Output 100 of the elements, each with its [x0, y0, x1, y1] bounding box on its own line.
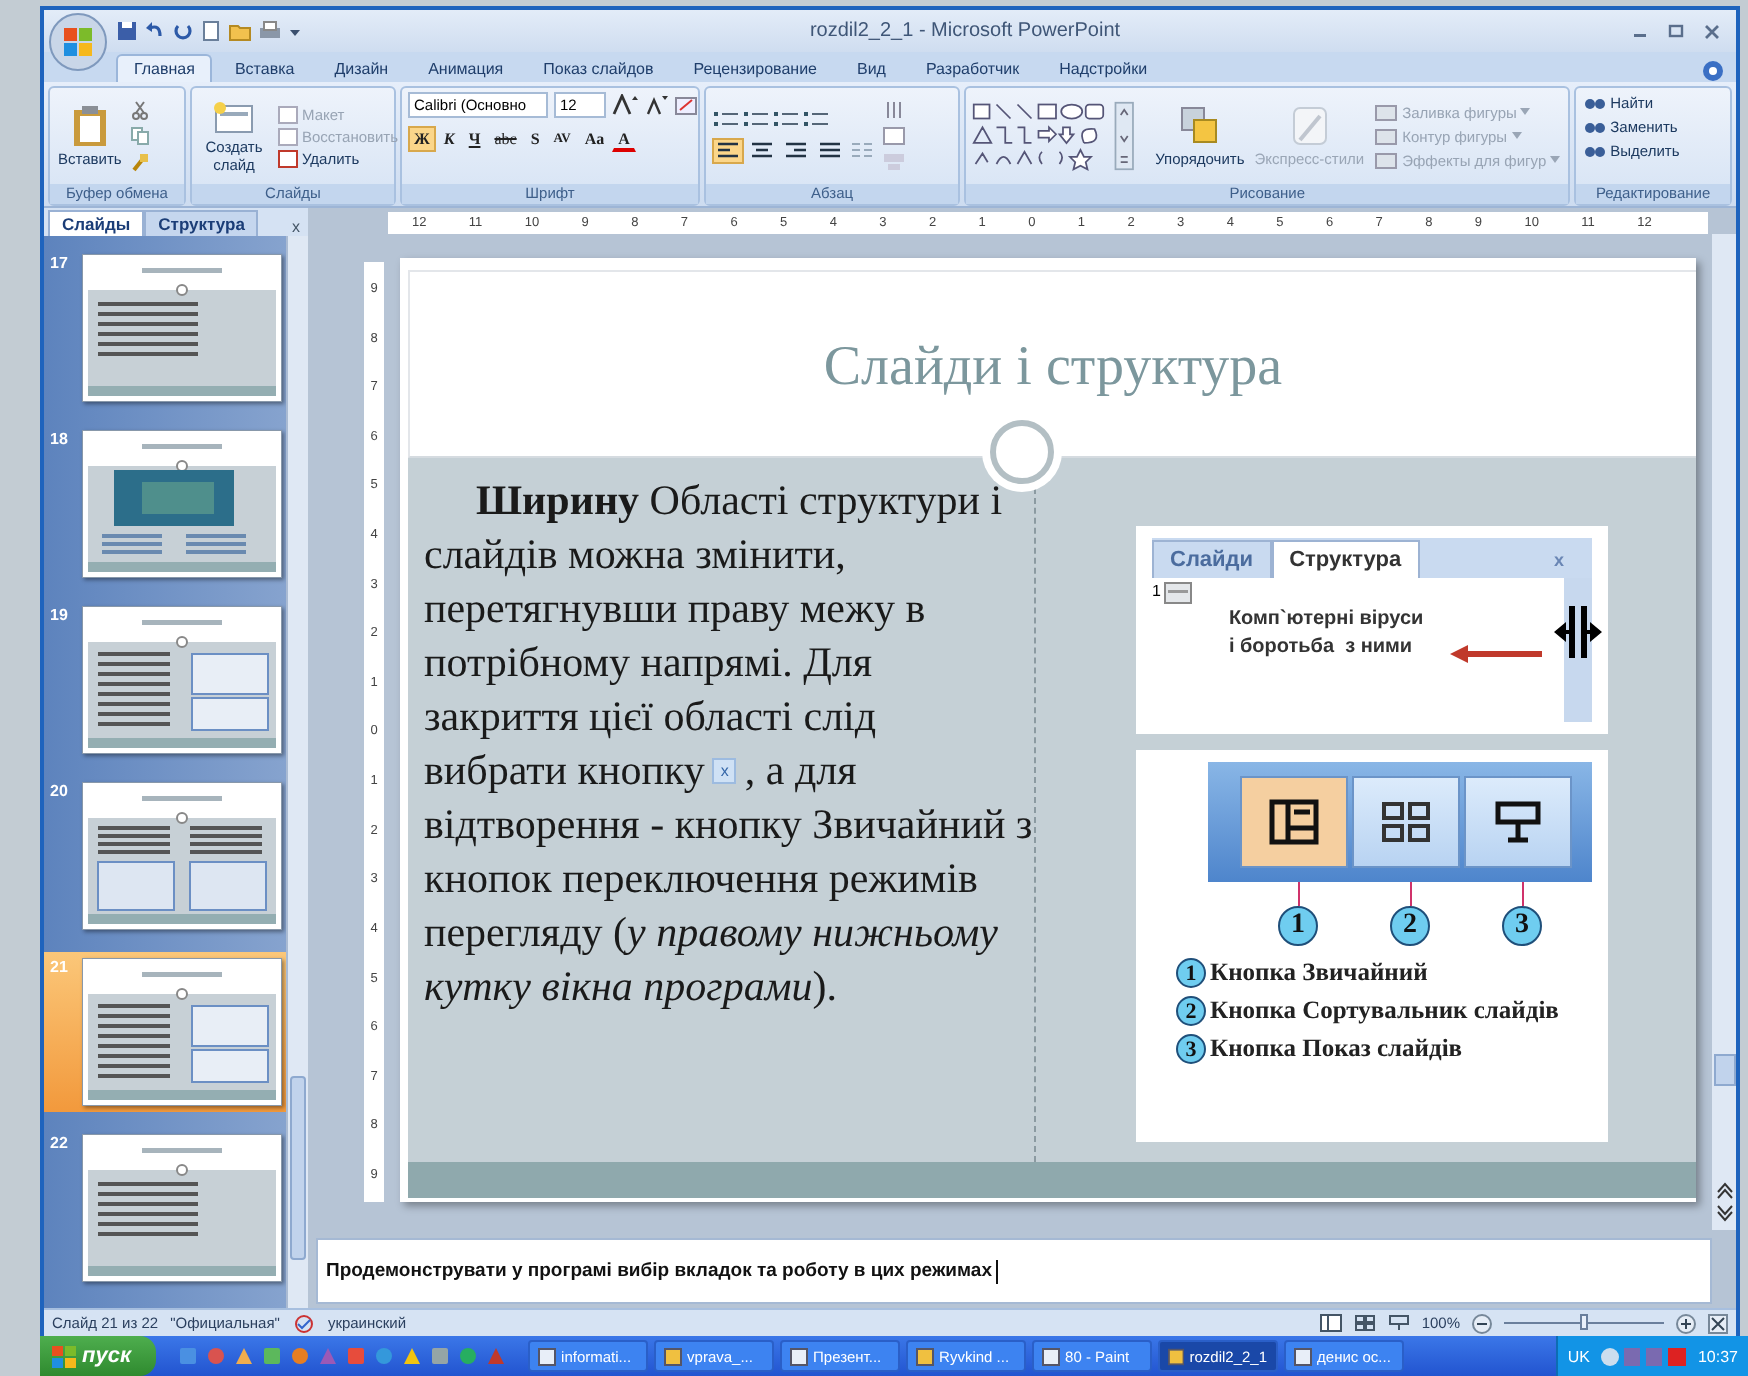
- spellcheck-icon[interactable]: [291, 1313, 316, 1333]
- ribbon-tab[interactable]: Показ слайдов: [525, 54, 672, 82]
- ribbon-tab[interactable]: Главная: [116, 54, 213, 82]
- slide-thumbnail[interactable]: [82, 958, 282, 1106]
- caret-icon: [1511, 132, 1522, 140]
- align-icon: [786, 142, 806, 160]
- thumbnail-row[interactable]: 18: [44, 424, 286, 584]
- text-direction-icon[interactable]: [882, 100, 906, 120]
- slide-title: Слайди і структура: [823, 336, 1283, 400]
- ribbon-tab[interactable]: Анимация: [410, 54, 522, 82]
- align-icon: [820, 142, 840, 160]
- format-button[interactable]: К: [437, 126, 461, 152]
- slide-thumbnail[interactable]: [82, 254, 282, 402]
- fit-window-icon[interactable]: [1708, 1313, 1728, 1333]
- pane-tab[interactable]: Слайды: [48, 210, 145, 236]
- resize-cursor-icon: [1552, 602, 1604, 662]
- previous-slide-icon[interactable]: [1715, 1182, 1733, 1200]
- zoom-in-icon[interactable]: [1676, 1313, 1696, 1333]
- slide-thumbnail[interactable]: [82, 782, 282, 930]
- slide-number: 20: [50, 782, 70, 800]
- ribbon-tab[interactable]: Вставка: [216, 54, 313, 82]
- thumbnail-row[interactable]: 17: [44, 248, 286, 408]
- slide-icon: [212, 99, 256, 135]
- scroll-thumb[interactable]: [1713, 1054, 1735, 1086]
- normal-view-icon[interactable]: [1319, 1314, 1342, 1332]
- projector-icon: [1492, 798, 1544, 846]
- ribbon-tab[interactable]: Вид: [839, 54, 904, 82]
- slide-paragraph: відтворення - кнопку Звичайний з кнопок переключення режимів перегляду (у правому нижньому кутку вікна програми).: [424, 798, 1034, 1014]
- brush-icon[interactable]: [129, 152, 150, 172]
- slide-number: 1: [1152, 582, 1161, 600]
- app-icon[interactable]: [401, 1346, 422, 1366]
- close-icon[interactable]: [1700, 21, 1725, 41]
- slide-thumbnail[interactable]: [82, 1134, 282, 1282]
- align-icon: [752, 142, 772, 160]
- restore-icon[interactable]: [1664, 21, 1689, 41]
- ribbon-tab[interactable]: Рецензирование: [675, 54, 835, 82]
- scrollbar[interactable]: [1712, 234, 1736, 1230]
- pane-tab[interactable]: Структура: [144, 210, 259, 236]
- undo-icon[interactable]: [144, 20, 166, 42]
- notes-field[interactable]: Продемонструвати у програмі вибір вкладок та роботу в цих режимах: [316, 1238, 1712, 1304]
- list-icon[interactable]: [742, 108, 770, 130]
- folder-icon[interactable]: [228, 20, 252, 42]
- format-button[interactable]: A: [612, 126, 636, 152]
- list-icon[interactable]: [802, 108, 830, 130]
- close-pane-button[interactable]: x: [284, 218, 308, 236]
- slide-icon: [1164, 582, 1193, 604]
- app-icon[interactable]: [429, 1346, 450, 1366]
- zoom-out-icon[interactable]: [1472, 1313, 1492, 1333]
- arrow-icon: [1448, 644, 1544, 664]
- format-button[interactable]: S: [524, 126, 546, 152]
- callout-number: 1: [1278, 906, 1318, 946]
- caret-icon: [1520, 108, 1531, 116]
- arrange-icon: [1177, 104, 1222, 148]
- ribbon-tab[interactable]: Дизайн: [316, 54, 407, 82]
- window-icon: [537, 1347, 556, 1365]
- shrink-font-icon[interactable]: [644, 94, 668, 116]
- ribbon-tab[interactable]: Надстройки: [1041, 54, 1166, 82]
- scissors-icon[interactable]: [129, 100, 150, 120]
- help-icon[interactable]: [1702, 60, 1724, 82]
- align-button[interactable]: [712, 138, 744, 164]
- new-document-icon[interactable]: [200, 20, 222, 42]
- projector-icon[interactable]: [1387, 1314, 1410, 1332]
- slide-number: 21: [50, 958, 70, 976]
- window-title: rozdil2_2_1 - Microsoft PowerPoint: [809, 20, 1121, 42]
- legend-text: Кнопка Показ слайдів: [1210, 1034, 1465, 1062]
- scrollbar[interactable]: [286, 236, 308, 1308]
- grid-icon: [1380, 798, 1432, 846]
- leader-line: [1521, 882, 1523, 906]
- slide-thumbnail[interactable]: [82, 606, 282, 754]
- clear-format-icon[interactable]: [674, 94, 698, 116]
- thumbnail-row[interactable]: 19: [44, 600, 286, 760]
- thumbnail-row[interactable]: 20: [44, 776, 286, 936]
- close-mark: x: [1553, 550, 1564, 574]
- list-icon[interactable]: [772, 108, 800, 130]
- app-icon[interactable]: [233, 1346, 254, 1366]
- copy-icon[interactable]: [129, 126, 150, 146]
- tray-icons-drawing[interactable]: [1599, 1345, 1688, 1367]
- grid-icon[interactable]: [1353, 1314, 1376, 1332]
- scroll-thumb[interactable]: [290, 1076, 306, 1260]
- format-button[interactable]: Ч: [462, 126, 487, 152]
- shape-style-icon: [1374, 102, 1399, 122]
- format-button[interactable]: Aa: [578, 126, 611, 152]
- thumbnail-row[interactable]: 22: [44, 1128, 286, 1288]
- callout-number: 2: [1176, 996, 1206, 1026]
- clock: 10:37: [1697, 1347, 1738, 1365]
- format-button[interactable]: Ж: [408, 126, 436, 152]
- brush-icon: [1287, 104, 1332, 148]
- list-icon[interactable]: [712, 108, 740, 130]
- redo-icon[interactable]: [172, 20, 194, 42]
- format-button[interactable]: abc: [488, 126, 523, 152]
- save-icon[interactable]: [116, 20, 138, 42]
- slide-text: , а для: [744, 744, 857, 798]
- ribbon-tab[interactable]: Разработчик: [907, 54, 1038, 82]
- app-icon[interactable]: [261, 1346, 282, 1366]
- slide-thumbnail[interactable]: [82, 430, 282, 578]
- next-slide-icon[interactable]: [1715, 1204, 1733, 1222]
- printer-icon[interactable]: [258, 20, 282, 42]
- align-text-icon[interactable]: [882, 126, 906, 146]
- grow-font-icon[interactable]: [612, 94, 638, 116]
- legend-text: Кнопка Звичайний: [1210, 958, 1430, 986]
